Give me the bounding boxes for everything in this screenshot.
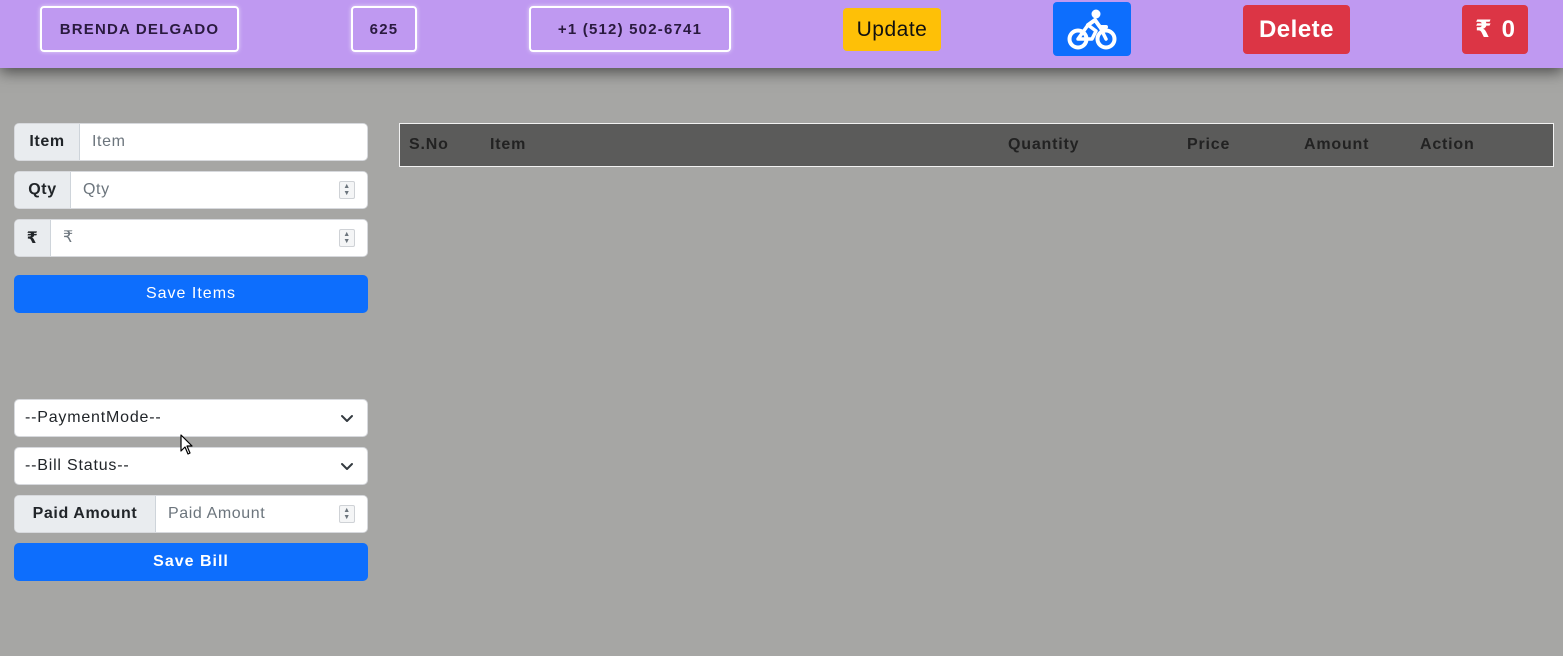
qty-input[interactable] bbox=[83, 181, 367, 199]
paid-amount-field-wrap: ▲ ▼ bbox=[156, 496, 367, 532]
qty-label: Qty bbox=[15, 172, 71, 208]
item-label: Item bbox=[15, 124, 80, 160]
qty-field-wrap: ▲ ▼ bbox=[71, 172, 367, 208]
paid-amount-input[interactable] bbox=[168, 505, 367, 523]
chevron-down-icon: ▼ bbox=[343, 238, 351, 245]
chevron-down-icon bbox=[341, 415, 353, 422]
bicycle-icon bbox=[1067, 9, 1117, 50]
qty-input-group: Qty ▲ ▼ bbox=[14, 171, 368, 209]
column-header-item: Item bbox=[490, 136, 527, 153]
customer-name-badge: BRENDA DELGADO bbox=[40, 6, 239, 52]
column-header-sno: S.No bbox=[409, 136, 449, 153]
chevron-down-icon bbox=[341, 463, 353, 470]
price-input-group: ₹ ▲ ▼ bbox=[14, 219, 368, 257]
price-field-wrap: ▲ ▼ bbox=[51, 220, 367, 256]
customer-number-badge: 625 bbox=[351, 6, 417, 52]
payment-mode-select[interactable]: --PaymentMode-- bbox=[14, 399, 368, 437]
update-button[interactable]: Update bbox=[843, 8, 941, 51]
column-header-quantity: Quantity bbox=[1008, 136, 1080, 153]
bill-total-value: 0 bbox=[1501, 15, 1516, 43]
price-label: ₹ bbox=[15, 220, 51, 256]
qty-stepper[interactable]: ▲ ▼ bbox=[339, 181, 355, 199]
chevron-down-icon: ▼ bbox=[343, 190, 351, 197]
item-input-group: Item bbox=[14, 123, 368, 161]
paid-amount-label: Paid Amount bbox=[15, 496, 156, 532]
bill-status-value: --Bill Status-- bbox=[25, 457, 130, 474]
column-header-price: Price bbox=[1187, 136, 1231, 153]
column-header-action: Action bbox=[1420, 136, 1475, 153]
delivery-button[interactable] bbox=[1053, 2, 1131, 56]
price-input[interactable] bbox=[63, 229, 367, 247]
item-input[interactable] bbox=[92, 133, 367, 151]
column-header-amount: Amount bbox=[1304, 136, 1370, 153]
items-table-header: S.No Item Quantity Price Amount Action bbox=[399, 123, 1554, 167]
paid-amount-stepper[interactable]: ▲ ▼ bbox=[339, 505, 355, 523]
chevron-up-icon: ▲ bbox=[343, 507, 351, 514]
paid-amount-input-group: Paid Amount ▲ ▼ bbox=[14, 495, 368, 533]
rupee-icon: ₹ bbox=[1474, 16, 1492, 43]
save-items-button[interactable]: Save Items bbox=[14, 275, 368, 313]
price-stepper[interactable]: ▲ ▼ bbox=[339, 229, 355, 247]
chevron-up-icon: ▲ bbox=[343, 231, 351, 238]
mouse-cursor-icon bbox=[180, 434, 193, 455]
chevron-down-icon: ▼ bbox=[343, 514, 351, 521]
bill-total-button[interactable]: ₹ 0 bbox=[1462, 5, 1528, 54]
item-field-wrap bbox=[80, 124, 367, 160]
top-bar: BRENDA DELGADO 625 +1 (512) 502-6741 Upd… bbox=[0, 0, 1563, 68]
chevron-up-icon: ▲ bbox=[343, 183, 351, 190]
customer-phone-badge: +1 (512) 502-6741 bbox=[529, 6, 731, 52]
payment-mode-value: --PaymentMode-- bbox=[25, 409, 162, 426]
delete-button[interactable]: Delete bbox=[1243, 5, 1350, 54]
save-bill-button[interactable]: Save Bill bbox=[14, 543, 368, 581]
